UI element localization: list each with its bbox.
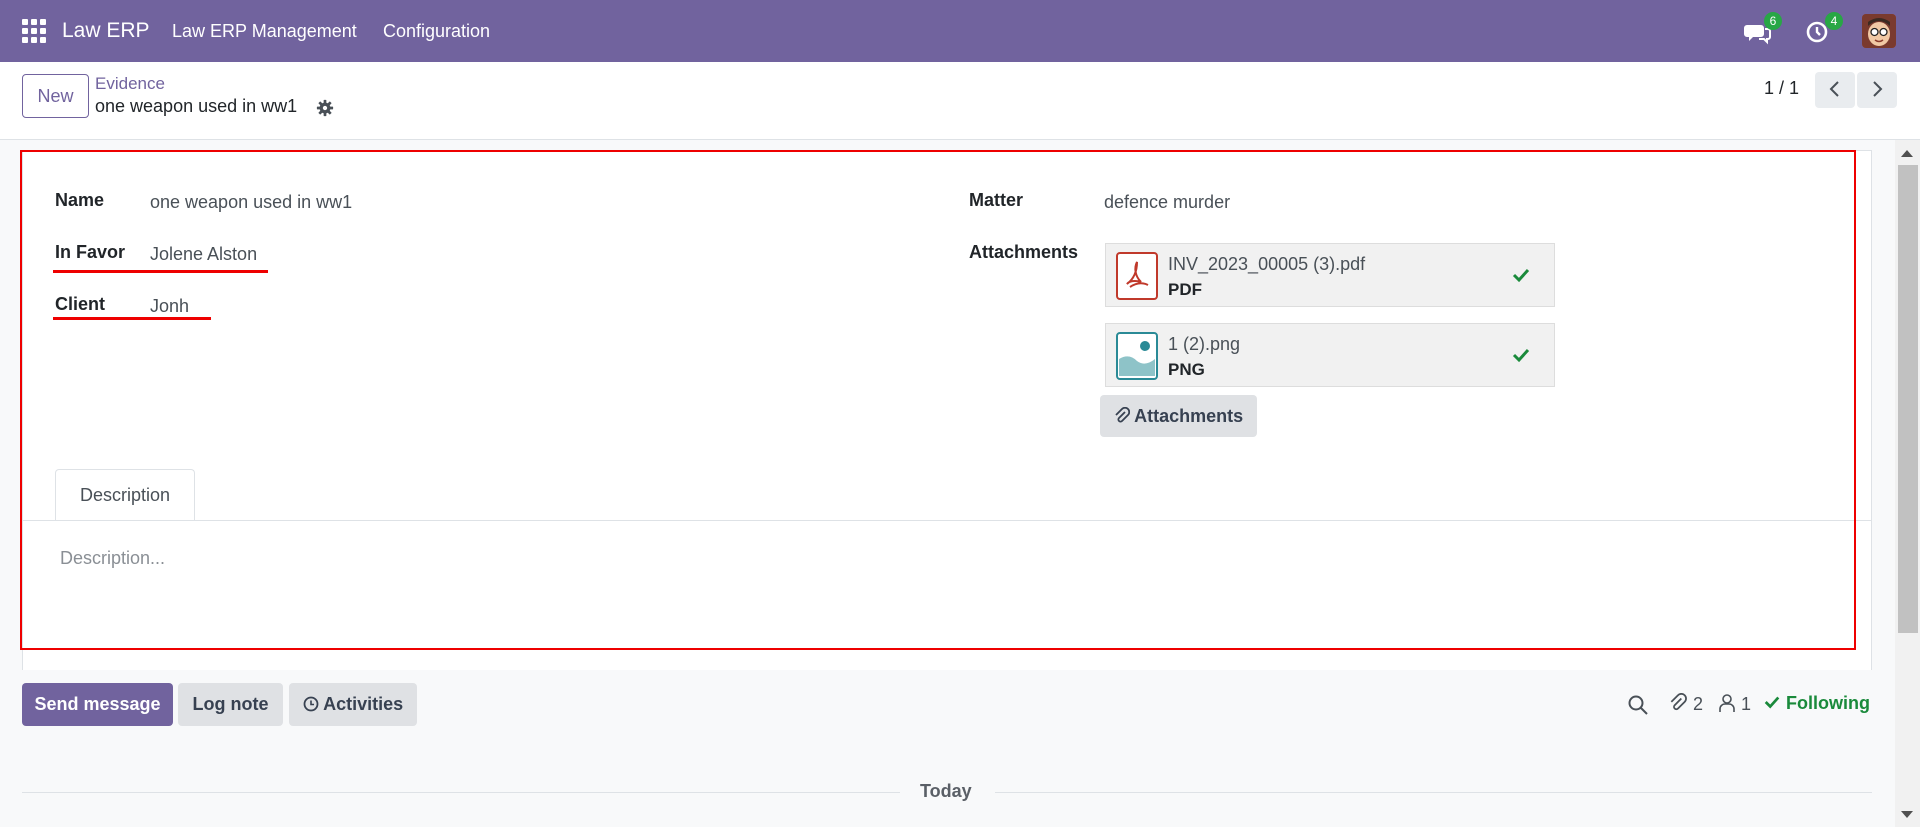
activities-button[interactable]: Activities xyxy=(289,683,417,726)
messages-count-badge: 6 xyxy=(1764,12,1782,30)
search-icon[interactable] xyxy=(1627,694,1649,716)
avatar-face-icon xyxy=(1862,14,1896,48)
following-button[interactable]: Following xyxy=(1763,693,1870,714)
new-button[interactable]: New xyxy=(22,74,89,118)
date-separator-today: Today xyxy=(920,781,972,801)
chevron-left-icon xyxy=(1829,80,1839,97)
activities-label: Activities xyxy=(323,694,404,714)
gear-icon[interactable] xyxy=(316,99,334,117)
control-panel: New Evidence one weapon used in ww1 1 / … xyxy=(0,62,1920,140)
attachment-type: PDF xyxy=(1168,280,1202,299)
date-divider-line xyxy=(22,792,900,793)
in-favor-field[interactable]: Jolene Alston xyxy=(150,244,257,265)
log-note-button[interactable]: Log note xyxy=(178,683,283,726)
paperclip-icon xyxy=(1670,692,1687,711)
matter-field[interactable]: defence murder xyxy=(1104,192,1230,213)
breadcrumb-evidence[interactable]: Evidence xyxy=(95,74,165,94)
check-icon xyxy=(1512,268,1530,283)
name-field[interactable]: one weapon used in ww1 xyxy=(150,192,352,213)
menu-configuration[interactable]: Configuration xyxy=(383,21,490,42)
attachment-name: 1 (2).png xyxy=(1168,334,1241,354)
add-attachments-button[interactable]: Attachments xyxy=(1100,395,1257,437)
attachments-count: 2 xyxy=(1693,694,1704,714)
clock-icon xyxy=(303,696,319,712)
activities-count-badge: 4 xyxy=(1825,12,1843,30)
annotation-underline xyxy=(53,270,268,273)
app-brand[interactable]: Law ERP xyxy=(62,19,150,43)
description-input[interactable]: Description... xyxy=(60,548,165,569)
menu-law-erp-management[interactable]: Law ERP Management xyxy=(172,21,357,42)
image-file-icon xyxy=(1116,332,1158,380)
attachments-button-label: Attachments xyxy=(1134,405,1244,426)
check-icon xyxy=(1512,348,1530,363)
attachment-card-pdf[interactable]: INV_2023_00005 (3).pdf PDF xyxy=(1105,243,1555,307)
user-avatar[interactable] xyxy=(1862,14,1896,48)
name-label: Name xyxy=(55,190,105,210)
followers-count: 1 xyxy=(1741,694,1752,714)
record-title: one weapon used in ww1 xyxy=(95,96,298,116)
in-favor-label: In Favor xyxy=(55,242,126,262)
top-navbar: Law ERP Law ERP Management Configuration… xyxy=(0,0,1920,62)
followers-button[interactable]: 1 xyxy=(1718,693,1751,715)
date-divider-line xyxy=(995,792,1872,793)
scroll-up-arrow-icon[interactable] xyxy=(1901,150,1913,157)
tab-description[interactable]: Description xyxy=(55,469,195,521)
scrollbar-thumb[interactable] xyxy=(1898,165,1918,633)
client-label: Client xyxy=(55,294,106,314)
following-label: Following xyxy=(1786,693,1870,713)
attachment-card-png[interactable]: 1 (2).png PNG xyxy=(1105,323,1555,387)
tab-divider xyxy=(22,520,1872,521)
pdf-file-icon xyxy=(1116,252,1158,300)
messages-button[interactable]: 6 xyxy=(1744,12,1782,48)
attachment-type: PNG xyxy=(1168,360,1205,379)
client-field[interactable]: Jonh xyxy=(150,296,189,317)
annotation-underline xyxy=(53,317,211,320)
pager-value[interactable]: 1 / 1 xyxy=(1764,78,1799,99)
pager-next-button[interactable] xyxy=(1857,72,1897,108)
attachments-count-button[interactable]: 2 xyxy=(1668,692,1704,715)
attachment-name: INV_2023_00005 (3).pdf xyxy=(1168,254,1366,274)
form-sheet xyxy=(22,150,1872,670)
matter-label: Matter xyxy=(969,190,1024,210)
attachments-label: Attachments xyxy=(969,242,1079,262)
paperclip-icon xyxy=(1115,406,1130,422)
pager-previous-button[interactable] xyxy=(1815,72,1855,108)
chevron-right-icon xyxy=(1873,80,1883,97)
user-icon xyxy=(1719,694,1735,712)
scroll-down-arrow-icon[interactable] xyxy=(1901,811,1913,818)
activities-nav-button[interactable]: 4 xyxy=(1805,12,1843,48)
send-message-button[interactable]: Send message xyxy=(22,683,173,726)
check-icon xyxy=(1764,696,1780,709)
app-grid-icon[interactable] xyxy=(22,19,46,43)
